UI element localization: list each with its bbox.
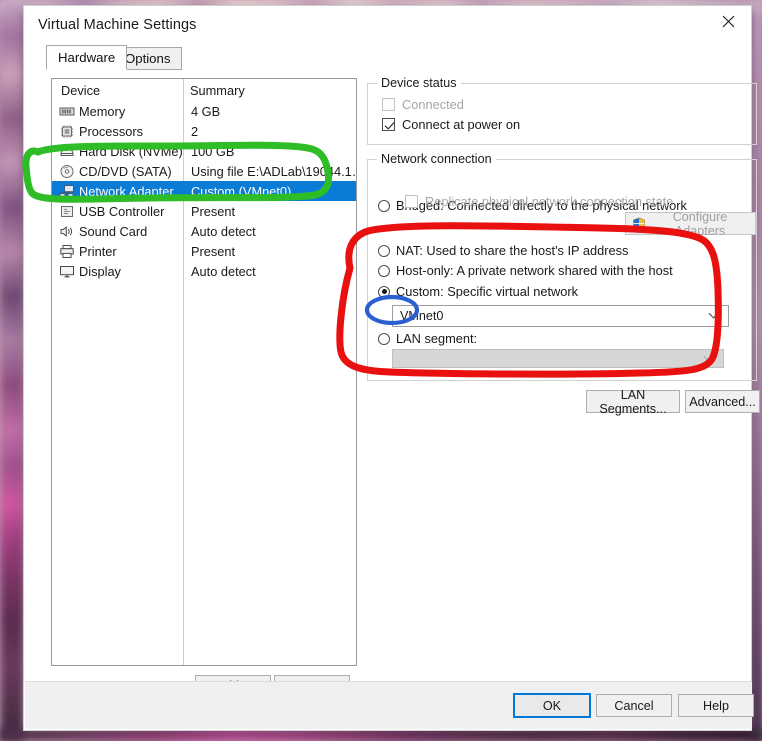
title-bar: Virtual Machine Settings [24, 6, 751, 44]
list-item[interactable]: Memory 4 GB [52, 101, 356, 121]
printer-icon [59, 244, 75, 259]
virtual-network-value: VMnet0 [400, 309, 444, 323]
list-item-network-adapter[interactable]: Network Adapter Custom (VMnet0) [52, 181, 356, 201]
list-item-name: Network Adapter [79, 184, 174, 199]
list-item-name: Sound Card [79, 224, 148, 239]
connect-at-power-on-checkbox[interactable]: Connect at power on [382, 117, 520, 132]
cancel-button[interactable]: Cancel [596, 694, 672, 717]
shield-icon [632, 217, 646, 231]
list-item[interactable]: USB Controller Present [52, 201, 356, 221]
list-item[interactable]: Display Auto detect [52, 261, 356, 281]
virtual-network-select[interactable]: VMnet0 [392, 305, 729, 327]
radio-box [378, 332, 390, 345]
hard-disk-icon [59, 144, 75, 159]
radio-custom[interactable]: Custom: Specific virtual network [378, 284, 578, 299]
replicate-physical-network-checkbox: Replicate physical network connection st… [405, 194, 673, 209]
list-item-summary: 100 GB [191, 144, 235, 159]
chevron-down-icon [703, 351, 714, 365]
radio-custom-label: Custom: Specific virtual network [396, 284, 579, 299]
ok-button[interactable]: OK [513, 693, 591, 718]
sound-card-icon [59, 224, 75, 239]
radio-box [378, 285, 390, 298]
cd-dvd-icon [59, 164, 75, 179]
list-item-summary: 4 GB [191, 104, 221, 119]
connected-checkbox: Connected [382, 97, 464, 112]
processor-icon [59, 124, 75, 139]
configure-adapters-label: Configure Adapters [672, 209, 728, 238]
radio-nat[interactable]: NAT: Used to share the host's IP address [378, 243, 628, 258]
list-item-summary: Present [191, 204, 236, 219]
list-item-summary: Custom (VMnet0) [191, 184, 292, 199]
connected-label: Connected [402, 97, 464, 112]
network-connection-title: Network connection [377, 152, 496, 166]
list-item-name: Hard Disk (NVMe) [79, 144, 183, 159]
device-list-header: Device Summary [52, 79, 356, 101]
device-status-group: Device status Connected Connect at power… [367, 76, 757, 145]
replicate-label: Replicate physical network connection st… [425, 194, 674, 209]
chevron-down-icon [708, 308, 719, 322]
list-item-summary: Using file E:\ADLab\19044.1… [191, 164, 357, 179]
device-status-title: Device status [377, 76, 461, 90]
virtual-machine-settings-dialog: Virtual Machine Settings Hardware Option… [23, 5, 760, 731]
lan-segments-button[interactable]: LAN Segments... [586, 388, 680, 416]
list-item-name: Processors [79, 124, 144, 139]
list-item[interactable]: Processors 2 [52, 121, 356, 141]
list-item-summary: Present [191, 244, 236, 259]
checkbox-box [382, 118, 395, 131]
radio-box [378, 199, 390, 212]
list-item-name: Display [79, 264, 121, 279]
tab-hardware[interactable]: Hardware [46, 45, 128, 70]
advanced-button[interactable]: Advanced... [685, 390, 760, 413]
device-list[interactable]: Device Summary Memory 4 GB Processors 2 … [51, 78, 357, 666]
radio-lan-segment-label: LAN segment: [396, 331, 478, 346]
list-item[interactable]: Hard Disk (NVMe) 100 GB [52, 141, 356, 161]
checkbox-box [382, 98, 395, 111]
radio-box [378, 264, 390, 277]
list-item-summary: Auto detect [191, 224, 256, 239]
checkbox-box [405, 195, 418, 208]
dialog-footer: OK Cancel Help [25, 681, 754, 729]
list-item-summary: 2 [191, 124, 199, 139]
display-icon [59, 264, 75, 279]
list-item-name: Printer [79, 244, 117, 259]
configure-adapters-button: Configure Adapters [625, 209, 756, 238]
close-icon[interactable] [705, 6, 751, 37]
connect-at-power-on-label: Connect at power on [402, 117, 521, 132]
list-item-name: USB Controller [79, 204, 165, 219]
lan-segment-select [392, 349, 724, 368]
help-button[interactable]: Help [678, 694, 754, 717]
desktop-background-left [0, 0, 24, 741]
list-item[interactable]: CD/DVD (SATA) Using file E:\ADLab\19044.… [52, 161, 356, 181]
list-item-summary: Auto detect [191, 264, 256, 279]
list-item-name: Memory [79, 104, 126, 119]
usb-controller-icon [59, 204, 75, 219]
list-item-name: CD/DVD (SATA) [79, 164, 172, 179]
radio-box [378, 244, 390, 257]
network-adapter-icon [59, 184, 75, 199]
memory-icon [59, 104, 75, 119]
radio-lan-segment[interactable]: LAN segment: [378, 331, 477, 346]
column-header-device: Device [61, 83, 101, 98]
radio-host-only-label: Host-only: A private network shared with… [396, 263, 673, 278]
list-item[interactable]: Sound Card Auto detect [52, 221, 356, 241]
radio-host-only[interactable]: Host-only: A private network shared with… [378, 263, 673, 278]
column-header-summary: Summary [190, 83, 245, 98]
list-item[interactable]: Printer Present [52, 241, 356, 261]
window-title: Virtual Machine Settings [38, 17, 197, 33]
tab-strip: Hardware Options [34, 45, 744, 70]
radio-nat-label: NAT: Used to share the host's IP address [396, 243, 629, 258]
